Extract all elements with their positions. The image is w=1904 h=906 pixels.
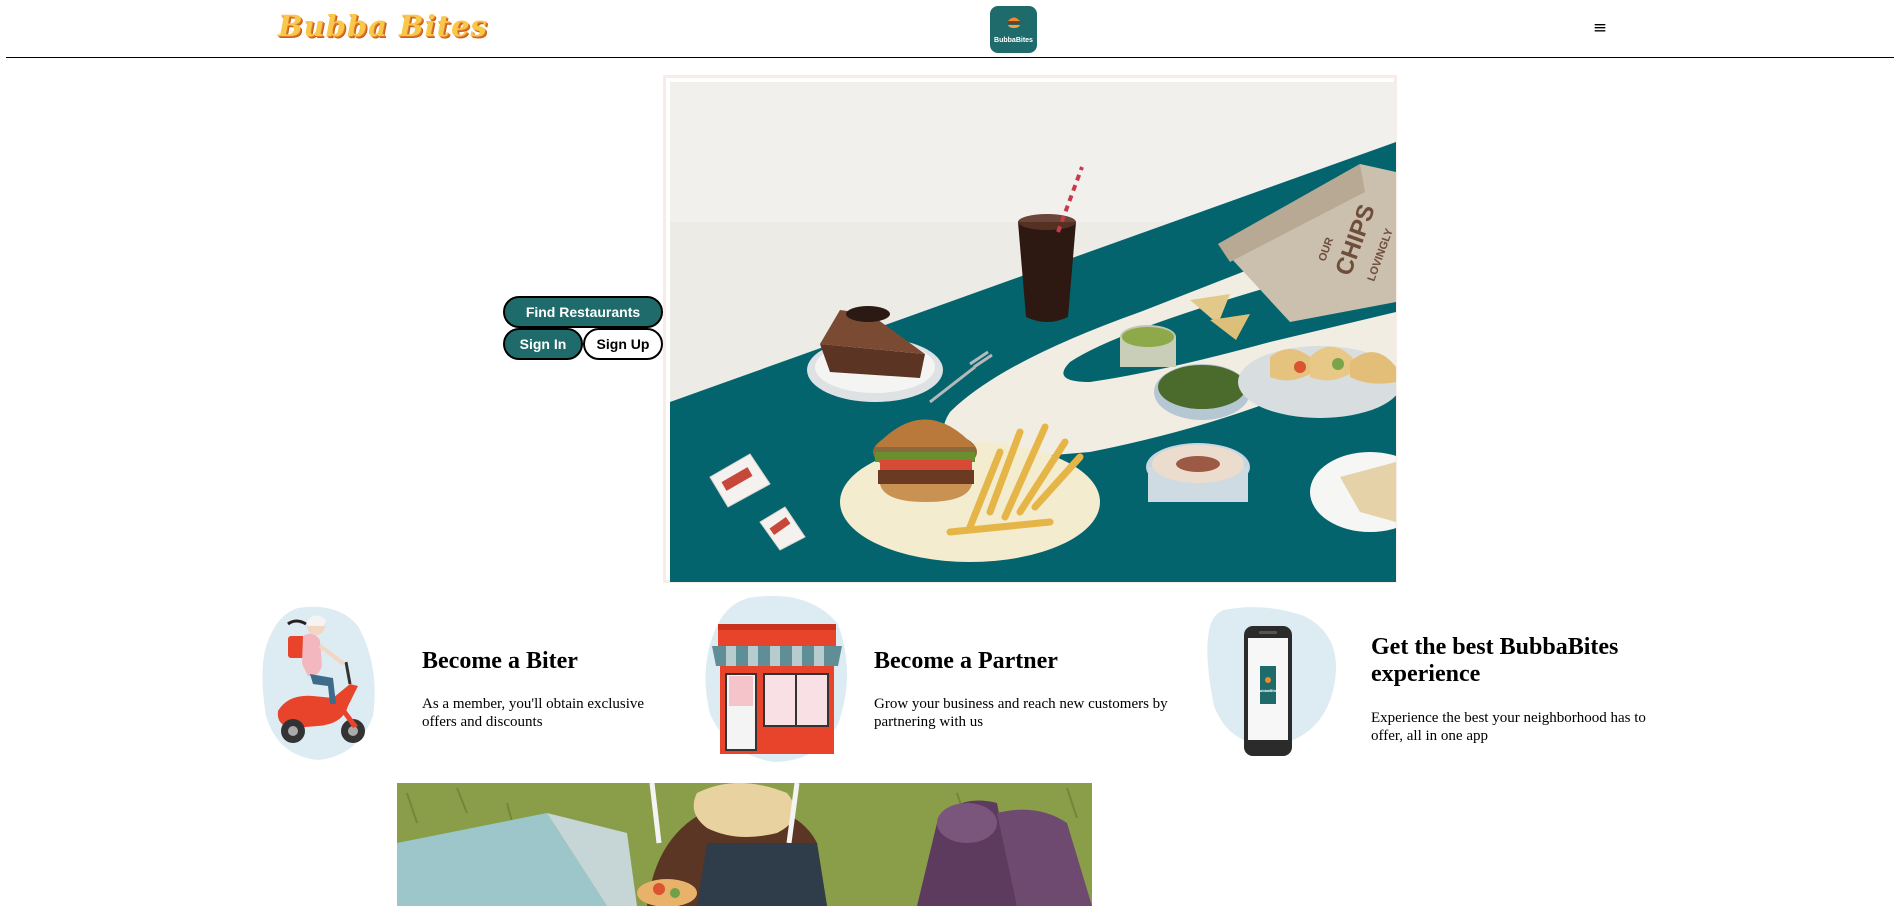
hero-food-image: OUR CHIPS LOVINGLY [670, 82, 1396, 582]
storefront-icon [705, 595, 847, 762]
header-divider [6, 57, 1894, 58]
brand-logo[interactable]: BubbaBites [990, 6, 1037, 53]
find-restaurants-button[interactable]: Find Restaurants [503, 296, 663, 328]
scooter-courier-icon [262, 606, 375, 760]
hero-image-frame: OUR CHIPS LOVINGLY [663, 75, 1397, 583]
burger-icon [1008, 17, 1020, 28]
sign-up-button[interactable]: Sign Up [583, 328, 663, 360]
feature-desc-experience: Experience the best your neighborhood ha… [1371, 710, 1646, 744]
hamburger-menu-icon[interactable]: ≡ [1590, 16, 1610, 40]
feature-desc-biter: As a member, you'll obtain exclusive off… [422, 696, 645, 730]
phone-app-icon: BubbaBites [1207, 607, 1336, 756]
logo-text: BubbaBites [994, 37, 1033, 44]
feature-title-partner: Become a Partner [874, 648, 1058, 674]
phone-screen-text: BubbaBites [1257, 688, 1280, 693]
feature-title-experience: Get the best BubbaBites experience [1371, 634, 1619, 687]
picnic-photo [397, 783, 1092, 906]
sign-in-button[interactable]: Sign In [503, 328, 583, 360]
brand-wordmark[interactable]: Bubba Bites [278, 9, 488, 49]
feature-desc-partner: Grow your business and reach new custome… [874, 696, 1168, 730]
site-header: Bubba Bites BubbaBites ≡ [0, 0, 1904, 59]
feature-title-biter: Become a Biter [422, 648, 578, 674]
